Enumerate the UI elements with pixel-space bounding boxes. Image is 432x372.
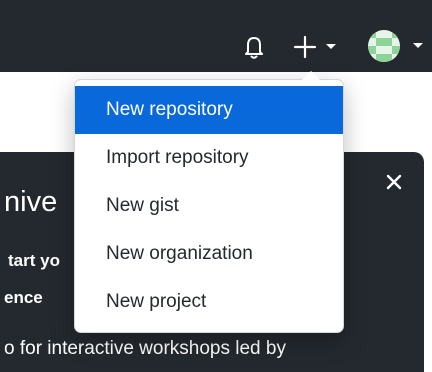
menu-item-new-repository[interactable]: New repository [75,86,343,134]
card-subheading-continued: ence [4,288,43,307]
caret-down-icon [326,44,336,49]
dropdown-caret [302,71,320,80]
card-close-button[interactable] [382,170,406,194]
menu-item-new-organization[interactable]: New organization [75,230,343,278]
close-icon [386,174,402,190]
bell-icon [245,37,263,59]
create-new-dropdown: New repository Import repository New gis… [74,71,344,333]
menu-item-import-repository[interactable]: Import repository [75,134,343,182]
create-new-button[interactable] [290,31,342,63]
create-menu-list: New repository Import repository New gis… [75,86,343,326]
notifications-button[interactable] [240,33,268,61]
card-heading: nive [4,186,58,218]
avatar-identicon [368,30,400,62]
menu-item-new-project[interactable]: New project [75,278,343,326]
menu-item-new-gist[interactable]: New gist [75,182,343,230]
plus-icon [293,35,317,59]
top-header [0,0,432,72]
user-menu-button[interactable] [366,28,430,64]
caret-down-icon [413,43,423,48]
card-description: o for interactive workshops led by [4,338,286,359]
card-subheading: tart yo [8,251,60,270]
